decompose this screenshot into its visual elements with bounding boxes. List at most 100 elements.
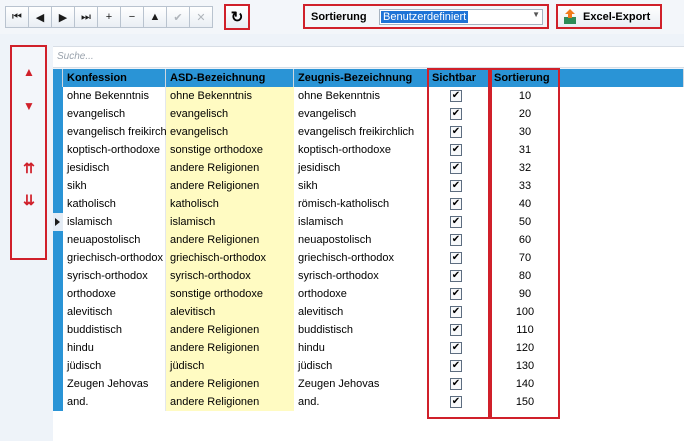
asd-cell[interactable]: sonstige orthodoxe: [166, 141, 294, 159]
zeugnis-cell[interactable]: römisch-katholisch: [294, 195, 428, 213]
asd-cell[interactable]: jüdisch: [166, 357, 294, 375]
asd-cell[interactable]: andere Religionen: [166, 393, 294, 411]
konfession-cell[interactable]: islamisch: [63, 213, 166, 231]
row-indicator[interactable]: [53, 87, 63, 105]
refresh-button[interactable]: ↻: [224, 4, 250, 30]
row-indicator[interactable]: [53, 195, 63, 213]
asd-cell[interactable]: alevitisch: [166, 303, 294, 321]
zeugnis-cell[interactable]: jüdisch: [294, 357, 428, 375]
table-row[interactable]: neuapostolisch andere Religionen neuaposto…: [53, 231, 684, 249]
zeugnis-cell[interactable]: alevitisch: [294, 303, 428, 321]
zeugnis-cell[interactable]: syrisch-orthodox: [294, 267, 428, 285]
konfession-cell[interactable]: griechisch-orthodox: [63, 249, 166, 267]
row-indicator[interactable]: [53, 393, 63, 411]
row-indicator[interactable]: [53, 141, 63, 159]
last-record-button[interactable]: ⏭: [74, 6, 98, 28]
first-record-button[interactable]: ⏮: [5, 6, 29, 28]
zeugnis-cell[interactable]: and.: [294, 393, 428, 411]
table-row[interactable]: ohne Bekenntnis ohne Bekenntnis ohne Beken…: [53, 87, 684, 105]
table-row[interactable]: orthodoxe sonstige orthodoxe orthodoxe ✔ 90: [53, 285, 684, 303]
row-indicator[interactable]: [53, 303, 63, 321]
konfession-cell[interactable]: sikh: [63, 177, 166, 195]
table-row[interactable]: syrisch-orthodox syrisch-orthodox syrisch-…: [53, 267, 684, 285]
row-indicator[interactable]: [53, 177, 63, 195]
zeugnis-header[interactable]: Zeugnis-Bezeichnung: [294, 69, 428, 87]
konfession-cell[interactable]: Zeugen Jehovas: [63, 375, 166, 393]
zeugnis-cell[interactable]: jesidisch: [294, 159, 428, 177]
row-indicator[interactable]: [53, 375, 63, 393]
move-up-button[interactable]: ▲: [22, 66, 36, 78]
zeugnis-cell[interactable]: evangelisch: [294, 105, 428, 123]
table-row[interactable]: koptisch-orthodoxe sonstige orthodoxe kopt…: [53, 141, 684, 159]
konfession-cell[interactable]: syrisch-orthodox: [63, 267, 166, 285]
asd-cell[interactable]: evangelisch: [166, 123, 294, 141]
row-indicator[interactable]: [53, 267, 63, 285]
cancel-button[interactable]: ✕: [189, 6, 213, 28]
save-button[interactable]: ✔: [166, 6, 190, 28]
zeugnis-cell[interactable]: ohne Bekenntnis: [294, 87, 428, 105]
konfession-header[interactable]: Konfession: [63, 69, 166, 87]
konfession-cell[interactable]: jüdisch: [63, 357, 166, 375]
move-to-bottom-button[interactable]: ⇊: [22, 193, 36, 207]
row-indicator[interactable]: [53, 105, 63, 123]
zeugnis-cell[interactable]: orthodoxe: [294, 285, 428, 303]
konfession-cell[interactable]: katholisch: [63, 195, 166, 213]
table-row[interactable]: Zeugen Jehovas andere Religionen Zeugen Je…: [53, 375, 684, 393]
asd-cell[interactable]: katholisch: [166, 195, 294, 213]
next-record-button[interactable]: ▶: [51, 6, 75, 28]
table-row[interactable]: sikh andere Religionen sikh ✔ 33: [53, 177, 684, 195]
asd-cell[interactable]: islamisch: [166, 213, 294, 231]
asd-cell[interactable]: evangelisch: [166, 105, 294, 123]
table-row[interactable]: katholisch katholisch römisch-katholisch ✔ 4…: [53, 195, 684, 213]
row-indicator[interactable]: [53, 321, 63, 339]
remove-button[interactable]: −: [120, 6, 144, 28]
zeugnis-cell[interactable]: hindu: [294, 339, 428, 357]
add-button[interactable]: +: [97, 6, 121, 28]
zeugnis-cell[interactable]: sikh: [294, 177, 428, 195]
table-row[interactable]: hindu andere Religionen hindu ✔ 120: [53, 339, 684, 357]
konfession-cell[interactable]: neuapostolisch: [63, 231, 166, 249]
row-indicator[interactable]: [53, 357, 63, 375]
asd-cell[interactable]: andere Religionen: [166, 375, 294, 393]
move-to-top-button[interactable]: ⇈: [22, 161, 36, 175]
row-indicator[interactable]: [53, 213, 63, 231]
edit-button[interactable]: ▲: [143, 6, 167, 28]
asd-cell[interactable]: sonstige orthodoxe: [166, 285, 294, 303]
asd-cell[interactable]: andere Religionen: [166, 321, 294, 339]
zeugnis-cell[interactable]: islamisch: [294, 213, 428, 231]
previous-record-button[interactable]: ◀: [28, 6, 52, 28]
row-indicator[interactable]: [53, 231, 63, 249]
table-row[interactable]: alevitisch alevitisch alevitisch ✔ 100: [53, 303, 684, 321]
asd-cell[interactable]: ohne Bekenntnis: [166, 87, 294, 105]
table-row[interactable]: jüdisch jüdisch jüdisch ✔ 130: [53, 357, 684, 375]
row-indicator[interactable]: [53, 339, 63, 357]
zeugnis-cell[interactable]: neuapostolisch: [294, 231, 428, 249]
table-row[interactable]: islamisch islamisch islamisch ✔ 50: [53, 213, 684, 231]
konfession-cell[interactable]: and.: [63, 393, 166, 411]
search-input[interactable]: Suche...: [53, 46, 684, 68]
table-row[interactable]: griechisch-orthodox griechisch-orthodox gr…: [53, 249, 684, 267]
konfession-cell[interactable]: koptisch-orthodoxe: [63, 141, 166, 159]
row-indicator[interactable]: [53, 159, 63, 177]
konfession-cell[interactable]: evangelisch: [63, 105, 166, 123]
zeugnis-cell[interactable]: Zeugen Jehovas: [294, 375, 428, 393]
asd-header[interactable]: ASD-Bezeichnung: [166, 69, 294, 87]
konfession-cell[interactable]: orthodoxe: [63, 285, 166, 303]
konfession-cell[interactable]: buddistisch: [63, 321, 166, 339]
row-indicator[interactable]: [53, 285, 63, 303]
asd-cell[interactable]: andere Religionen: [166, 177, 294, 195]
konfession-cell[interactable]: alevitisch: [63, 303, 166, 321]
sort-dropdown[interactable]: Benutzerdefiniert ▼: [379, 9, 543, 25]
konfession-cell[interactable]: hindu: [63, 339, 166, 357]
row-indicator[interactable]: [53, 123, 63, 141]
table-row[interactable]: jesidisch andere Religionen jesidisch ✔ 32: [53, 159, 684, 177]
table-row[interactable]: and. andere Religionen and. ✔ 150: [53, 393, 684, 411]
excel-export-button[interactable]: Excel-Export: [556, 4, 662, 29]
asd-cell[interactable]: andere Religionen: [166, 339, 294, 357]
zeugnis-cell[interactable]: koptisch-orthodoxe: [294, 141, 428, 159]
zeugnis-cell[interactable]: buddistisch: [294, 321, 428, 339]
zeugnis-cell[interactable]: evangelisch freikirchlich: [294, 123, 428, 141]
row-indicator[interactable]: [53, 249, 63, 267]
asd-cell[interactable]: andere Religionen: [166, 159, 294, 177]
konfession-cell[interactable]: jesidisch: [63, 159, 166, 177]
